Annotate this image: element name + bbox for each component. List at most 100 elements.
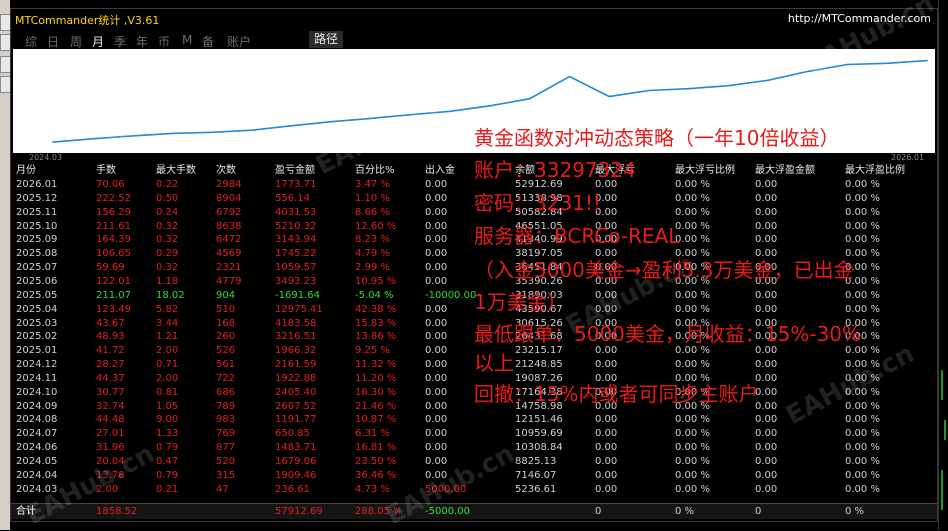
col-pct: 13.86 % <box>355 331 397 343</box>
col-pnl: 1909.46 <box>275 469 317 481</box>
equity-point-2025.04 <box>568 75 571 78</box>
col-pct: 8.23 % <box>355 234 390 246</box>
col-max-drawdown-pct: 0.00 % <box>675 234 710 246</box>
path-button[interactable]: 路径 <box>309 31 343 48</box>
col-inout: 0.00 <box>425 303 448 315</box>
col-pnl: 5210.32 <box>275 220 317 232</box>
col-month: 2024.06 <box>16 442 58 454</box>
col-max-lots: 0.32 <box>156 234 179 246</box>
col-inout: 0.00 <box>425 220 448 232</box>
col-trades: 8904 <box>216 192 242 204</box>
col-max-lots: 9.00 <box>156 414 179 426</box>
tab-quarter[interactable]: 季 <box>114 33 126 50</box>
col-lots: 222.52 <box>96 192 131 204</box>
col-lots: 27.01 <box>96 428 125 440</box>
tab-summary[interactable]: 综 <box>25 33 37 50</box>
col-pnl: 1922.88 <box>275 372 317 384</box>
col-lots-header[interactable]: 手数 <box>96 164 116 177</box>
equity-point-2025.12 <box>886 62 889 65</box>
col-max-lots: 0.79 <box>156 442 179 454</box>
col-pnl: 2161.59 <box>275 359 317 371</box>
col-inout: 0.00 <box>425 400 448 412</box>
col-trades: 526 <box>216 345 236 357</box>
col-inout: 0.00 <box>425 275 448 287</box>
col-max-drawdown-pct: 0.00 % <box>675 428 710 440</box>
overlay-line-min-follow: 最低跟单：5000美金，月收益：15%-30% <box>474 322 862 346</box>
col-trades: 561 <box>216 359 236 371</box>
col-trades: 6792 <box>216 206 242 218</box>
col-month: 2025.03 <box>16 317 58 329</box>
col-max-floating-profit-pct-header[interactable]: 最大浮盈比例 <box>845 164 905 177</box>
tab-week[interactable]: 周 <box>70 33 82 50</box>
col-max-drawdown: 0.00 <box>595 456 618 467</box>
col-max-floating-profit-header[interactable]: 最大浮盈金额 <box>755 164 815 177</box>
col-inout: 0.00 <box>425 442 448 454</box>
col-max-drawdown-pct: 0.00 % <box>675 192 710 204</box>
col-max-drawdown-pct: 0.00 % <box>675 456 710 467</box>
equity-point-2025.06 <box>648 89 650 92</box>
col-pct: 6.31 % <box>355 428 390 440</box>
col-inout: 0.00 <box>425 234 448 246</box>
col-trades: 789 <box>216 400 236 412</box>
col-lots: 122.01 <box>96 275 131 287</box>
col-month-header[interactable]: 月份 <box>16 164 36 177</box>
equity-point-2025.09 <box>767 79 769 82</box>
col-max-floating-profit: 0.00 <box>755 428 778 440</box>
col-trades: 520 <box>216 456 236 467</box>
col-max-floating-profit: 0.00 <box>755 220 778 232</box>
col-max-floating-profit: 0.00 <box>755 456 778 467</box>
col-inout-header[interactable]: 出入金 <box>425 164 455 177</box>
col-max-lots-header[interactable]: 最大手数 <box>156 164 196 177</box>
col-max-drawdown-pct-header[interactable]: 最大浮亏比例 <box>675 164 735 177</box>
total-pnl: 57912.69 <box>275 506 323 517</box>
col-trades-header[interactable]: 次数 <box>216 164 236 177</box>
col-trades: 4779 <box>216 275 242 287</box>
col-lots: 28.27 <box>96 359 125 371</box>
col-max-lots: 0.21 <box>156 483 179 495</box>
col-pnl: 236.61 <box>275 483 310 495</box>
col-max-floating-profit: 0.00 <box>755 192 778 204</box>
col-pnl: 1059.57 <box>275 262 317 274</box>
col-month: 2025.07 <box>16 262 58 274</box>
col-max-lots: 2.00 <box>156 372 179 384</box>
col-inout: 0.00 <box>425 317 448 329</box>
col-pnl: 650.85 <box>275 428 310 440</box>
col-trades: 2321 <box>216 262 242 274</box>
col-lots: 43.67 <box>96 317 125 329</box>
overlay-line-account: 账户：33297324 <box>474 158 636 182</box>
col-month: 2026.01 <box>16 179 58 190</box>
col-pnl-header[interactable]: 盈亏金额 <box>275 164 315 177</box>
total-max-floating-profit-pct: 0 % <box>845 506 865 517</box>
col-max-drawdown: 0.00 <box>595 442 618 454</box>
col-month: 2024.09 <box>16 400 58 412</box>
col-pct: 3.47 % <box>355 179 390 190</box>
tab-month[interactable]: 月 <box>92 33 104 50</box>
tab-year[interactable]: 年 <box>136 33 148 50</box>
col-max-drawdown: 0.00 <box>595 414 618 426</box>
col-lots: 106.65 <box>96 248 131 260</box>
col-max-floating-profit: 0.00 <box>755 359 778 371</box>
equity-point-2024.09 <box>290 125 293 127</box>
tab-magic[interactable]: M <box>182 33 192 47</box>
chart-candle <box>944 420 946 440</box>
col-trades: 4569 <box>216 248 242 260</box>
col-month: 2025.01 <box>16 345 58 357</box>
tab-currency[interactable]: 币 <box>158 33 170 50</box>
col-pct: 10.95 % <box>355 275 397 287</box>
col-max-drawdown-pct: 0.00 % <box>675 442 710 454</box>
col-max-lots: 1.18 <box>156 275 179 287</box>
col-pct-header[interactable]: 百分比% <box>355 164 395 177</box>
col-max-lots: 0.81 <box>156 386 179 398</box>
col-pnl: 2405.40 <box>275 386 317 398</box>
col-pnl: 4183.58 <box>275 317 317 329</box>
overlay-line-above: 以上 <box>474 351 514 375</box>
equity-point-2024.06 <box>171 132 173 135</box>
col-max-floating-profit: 0.00 <box>755 442 778 454</box>
chart-start-date: 2024.03 <box>29 153 63 162</box>
col-trades: 983 <box>216 414 236 426</box>
col-pnl: 4031.53 <box>275 206 317 218</box>
tab-day[interactable]: 日 <box>47 33 59 50</box>
tab-account[interactable]: 账户 <box>227 33 251 50</box>
col-pnl: 3143.94 <box>275 234 317 246</box>
tab-note[interactable]: 备 <box>202 33 214 50</box>
